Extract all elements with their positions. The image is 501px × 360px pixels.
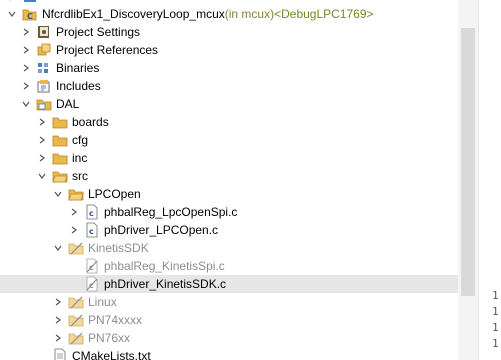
tree-item-kinetissdk[interactable]: KinetisSDK (0, 239, 458, 257)
chevron-right-icon[interactable] (50, 330, 66, 346)
tree-item-cfg[interactable]: cfg (0, 131, 458, 149)
tree-item-label: inc (72, 151, 88, 165)
c-file-icon: c (84, 222, 100, 238)
chevron-down-icon[interactable] (34, 168, 50, 184)
project-name: NfcrdlibEx1_DiscoveryLoop_mcux (42, 7, 225, 21)
source-folder-icon (36, 96, 52, 112)
chevron-right-icon[interactable] (18, 60, 34, 76)
chevron-right-icon[interactable] (34, 114, 50, 130)
text-file-icon (52, 348, 68, 360)
tree-item-includes[interactable]: Includes (0, 77, 458, 95)
tree-item-label: boards (72, 115, 109, 129)
excluded-c-file-icon: c (84, 276, 100, 292)
line-number: 1 (492, 337, 499, 350)
chevron-right-icon[interactable] (34, 150, 50, 166)
settings-book-icon (36, 24, 52, 40)
tree-item-label: phbalReg_KinetisSpi.c (104, 259, 225, 273)
project-scope: (in mcux) (224, 7, 275, 21)
chevron-right-icon[interactable] (18, 24, 34, 40)
chevron-right-icon[interactable] (34, 132, 50, 148)
chevron-right-icon[interactable] (18, 42, 34, 58)
tree-item-label: Linux (88, 295, 117, 309)
tree-item-file-phbalreg-kinetisspi[interactable]: c phbalReg_KinetisSpi.c (0, 257, 458, 275)
c-file-icon: c (84, 204, 100, 220)
chevron-down-icon[interactable] (50, 240, 66, 256)
excluded-folder-icon (68, 240, 84, 256)
tree-item-project-settings[interactable]: Project Settings (0, 23, 458, 41)
chevron-right-icon[interactable] (66, 222, 82, 238)
references-icon (36, 42, 52, 58)
tree-item-label: Includes (56, 79, 101, 93)
chevron-down-icon[interactable] (4, 6, 20, 22)
tree-item-file-phdriver-lpcopen[interactable]: c phDriver_LPCOpen.c (0, 221, 458, 239)
folder-open-icon (52, 168, 68, 184)
tree-item-label: phbalReg_LpcOpenSpi.c (104, 205, 238, 219)
tree-item-file-phbalreg-lpcopenspi[interactable]: c phbalReg_LpcOpenSpi.c (0, 203, 458, 221)
tree-item-label: cfg (72, 133, 89, 147)
excluded-c-file-icon: c (84, 258, 100, 274)
folder-icon (52, 132, 68, 148)
chevron-right-icon[interactable] (50, 312, 66, 328)
tree-item-file-cmakelists[interactable]: CMakeLists.txt (0, 347, 458, 360)
tree-item-label: PN76xx (88, 331, 131, 345)
binaries-icon (36, 60, 52, 76)
tree-item-linux[interactable]: Linux (0, 293, 458, 311)
tree-item-label: Project Settings (56, 25, 141, 39)
project-explorer-tree: C NfcrdlibEx1_DiscoveryLoop_mcux (in mcu… (0, 0, 458, 360)
tree-item-label: phDriver_KinetisSDK.c (104, 277, 227, 291)
line-number: 1 (492, 305, 499, 318)
tree-item-label: phDriver_LPCOpen.c (104, 223, 219, 237)
c-project-icon: C (22, 6, 38, 22)
project-build-config: <DebugLPC1769> (274, 7, 374, 21)
excluded-folder-icon (68, 330, 84, 346)
tree-item-src[interactable]: src (0, 167, 458, 185)
tree-item-label: KinetisSDK (88, 241, 149, 255)
chevron-right-icon[interactable] (18, 78, 34, 94)
line-number: 1 (492, 321, 499, 334)
folder-icon (52, 114, 68, 130)
excluded-folder-icon (68, 312, 84, 328)
tree-item-label: CMakeLists.txt (72, 349, 151, 360)
vertical-scrollbar-thumb[interactable] (461, 28, 475, 296)
tree-item-label: src (72, 169, 88, 183)
tree-item-label: DAL (56, 97, 80, 111)
editor-line-gutter: 1 1 1 1 (478, 0, 501, 360)
svg-text:C: C (27, 12, 33, 21)
tree-item-label: LPCOpen (88, 187, 141, 201)
tree-item-pn74xxxx[interactable]: PN74xxxx (0, 311, 458, 329)
tree-item-label: Binaries (56, 61, 100, 75)
excluded-folder-icon (68, 294, 84, 310)
tree-item-project-references[interactable]: Project References (0, 41, 458, 59)
tree-item-dal[interactable]: DAL (0, 95, 458, 113)
tree-item-binaries[interactable]: Binaries (0, 59, 458, 77)
tree-item-label: PN74xxxx (88, 313, 143, 327)
svg-text:c: c (89, 209, 94, 218)
tree-item-pn76xx[interactable]: PN76xx (0, 329, 458, 347)
tree-item-boards[interactable]: boards (0, 113, 458, 131)
tree-row-root-project[interactable]: C NfcrdlibEx1_DiscoveryLoop_mcux (in mcu… (0, 5, 458, 23)
chevron-down-icon[interactable] (18, 96, 34, 112)
svg-text:c: c (89, 227, 94, 236)
tree-item-label: Project References (56, 43, 159, 57)
tree-item-inc[interactable]: inc (0, 149, 458, 167)
includes-icon (36, 78, 52, 94)
tree-item-lpcopen[interactable]: LPCOpen (0, 185, 458, 203)
tree-item-file-phdriver-kinetissdk[interactable]: c phDriver_KinetisSDK.c (0, 275, 458, 293)
chevron-right-icon[interactable] (66, 204, 82, 220)
line-number: 1 (492, 289, 499, 302)
folder-icon (52, 150, 68, 166)
folder-open-icon (68, 186, 84, 202)
chevron-right-icon[interactable] (50, 294, 66, 310)
chevron-down-icon[interactable] (50, 186, 66, 202)
